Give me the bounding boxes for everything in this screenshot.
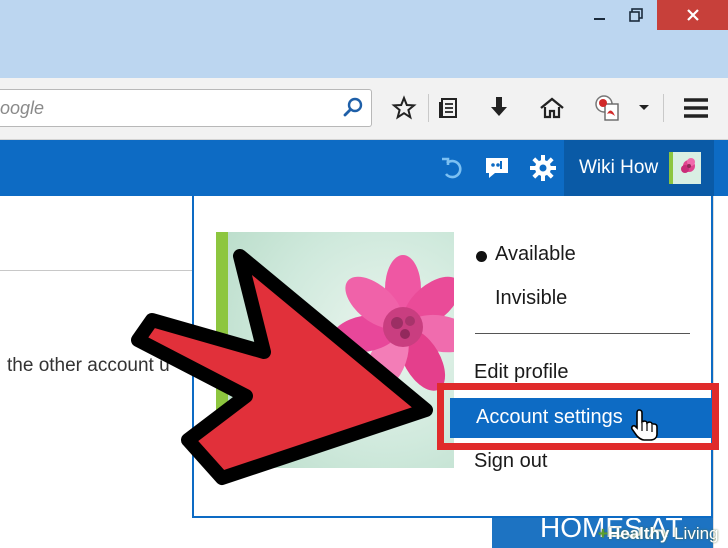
- body-text: the other account u: [7, 355, 170, 376]
- edit-profile-link[interactable]: Edit profile: [474, 361, 569, 384]
- search-box: [0, 89, 372, 127]
- chat-icon[interactable]: [481, 152, 513, 184]
- search-input[interactable]: [0, 94, 330, 122]
- sign-out-link[interactable]: Sign out: [474, 450, 547, 473]
- search-go-icon[interactable]: [340, 95, 366, 121]
- hand-cursor-icon: [630, 409, 658, 441]
- refresh-icon[interactable]: [436, 152, 468, 184]
- download-icon[interactable]: [483, 92, 515, 124]
- profile-photo: [216, 232, 454, 468]
- watermark: +Healthy Living: [598, 524, 719, 543]
- pdf-icon[interactable]: [592, 92, 624, 124]
- menu-divider: [475, 333, 690, 334]
- avatar: [669, 152, 701, 184]
- home-icon[interactable]: [536, 92, 568, 124]
- account-dropdown: Available Invisible Edit profile Account…: [192, 196, 713, 518]
- presence-dot-icon: [476, 251, 487, 262]
- app-header: Wiki How: [0, 140, 728, 196]
- reading-list-icon[interactable]: [433, 92, 465, 124]
- minimize-button[interactable]: [584, 0, 614, 30]
- user-account-button[interactable]: Wiki How: [564, 140, 714, 196]
- close-icon: [686, 9, 699, 21]
- user-name: Wiki How: [579, 157, 659, 178]
- minimize-icon: [593, 18, 605, 20]
- dropdown-chevron-icon[interactable]: [633, 92, 655, 124]
- highlight-box: [437, 383, 719, 450]
- close-button[interactable]: [657, 0, 728, 30]
- hamburger-menu-icon[interactable]: [680, 92, 712, 124]
- restore-button[interactable]: [620, 0, 652, 30]
- status-invisible[interactable]: Invisible: [495, 287, 567, 310]
- content-divider: [0, 270, 192, 271]
- star-icon[interactable]: [388, 92, 420, 124]
- window-titlebar: [0, 0, 728, 78]
- watermark-regular: Living: [669, 524, 719, 543]
- status-available[interactable]: Available: [495, 243, 576, 266]
- scrollbar[interactable]: [713, 196, 728, 548]
- watermark-bold: Healthy: [607, 524, 670, 543]
- browser-toolbar: [0, 78, 728, 140]
- restore-icon: [629, 8, 643, 22]
- gear-icon[interactable]: [527, 152, 559, 184]
